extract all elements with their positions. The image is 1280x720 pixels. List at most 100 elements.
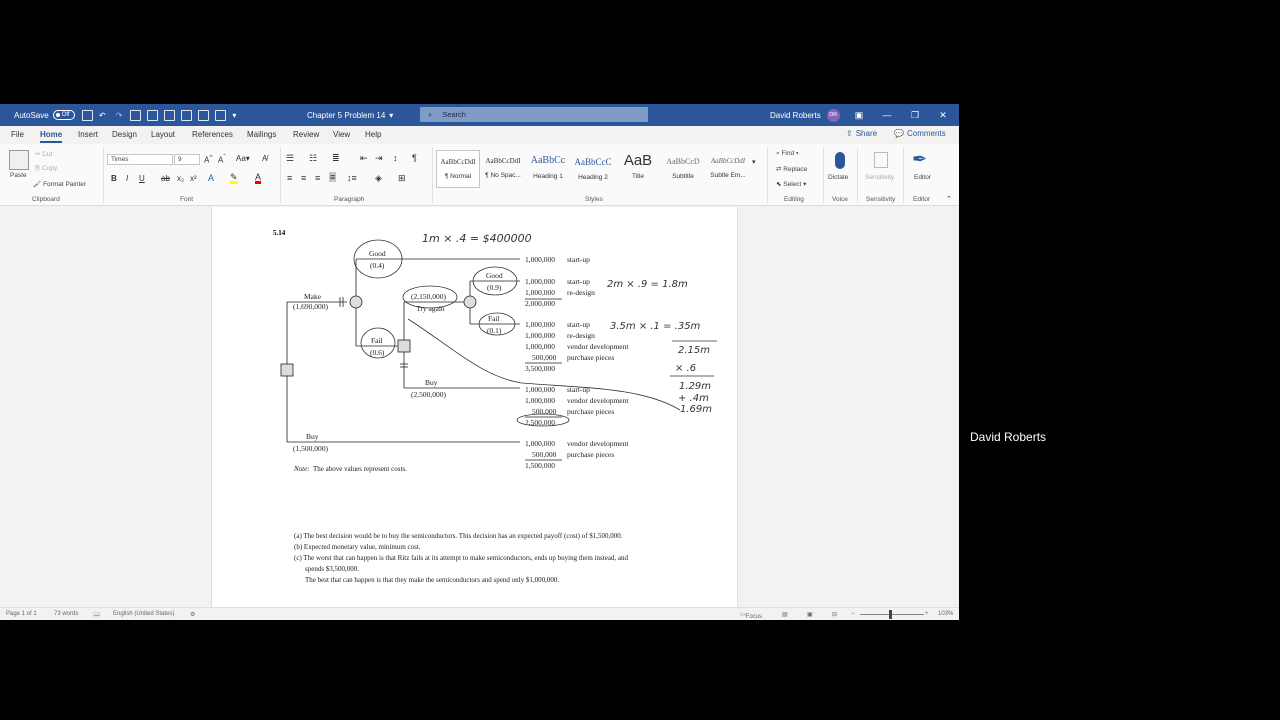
title-chevron-icon[interactable]: ▾ xyxy=(389,111,393,120)
sensitivity-button[interactable]: Sensitivity xyxy=(865,174,894,181)
avatar[interactable]: DR xyxy=(826,108,840,122)
zoom-slider[interactable] xyxy=(860,614,924,615)
tab-mailings[interactable]: Mailings xyxy=(247,130,276,139)
copy-button[interactable]: ⎘ Copy xyxy=(35,165,57,173)
editor-pen-icon[interactable]: ✒ xyxy=(912,149,927,170)
style-heading-2[interactable]: AaBbCcC Heading 2 xyxy=(571,150,615,188)
font-color-icon[interactable]: A xyxy=(255,173,262,184)
restore-button[interactable]: ❐ xyxy=(901,104,929,126)
ribbon-display-icon[interactable]: ▣ xyxy=(845,104,873,126)
align-left-icon[interactable]: ≡ xyxy=(287,173,292,183)
style-subtle-emphasis[interactable]: AaBbCcDdI Subtle Em... xyxy=(706,150,750,188)
zoom-level[interactable]: 103% xyxy=(938,611,953,617)
web-layout-icon[interactable]: ⊟ xyxy=(832,611,837,618)
print-icon[interactable] xyxy=(147,109,159,121)
numbering-icon[interactable]: ☷ xyxy=(309,153,317,164)
print-layout-icon[interactable]: ▣ xyxy=(807,611,813,618)
font-name-input[interactable]: Times xyxy=(107,154,173,165)
save-as-icon[interactable] xyxy=(181,109,193,121)
paste-button[interactable]: Paste xyxy=(10,172,27,179)
redo-icon[interactable]: ↷ xyxy=(116,111,123,120)
save-icon[interactable] xyxy=(82,109,93,121)
style-heading-1[interactable]: AaBbCc Heading 1 xyxy=(526,150,570,188)
customize-qat-icon[interactable]: ▾ xyxy=(232,111,236,120)
text-effects-icon[interactable]: A xyxy=(208,173,214,183)
share-button[interactable]: ⇪ Share xyxy=(846,129,877,138)
sort-icon[interactable]: ↕ xyxy=(393,153,398,163)
style-title[interactable]: AaB Title xyxy=(616,150,660,188)
accessibility-icon[interactable]: ⚙ xyxy=(190,611,195,618)
shrink-font-icon[interactable]: Aˇ xyxy=(218,154,226,165)
tab-home[interactable]: Home xyxy=(40,130,63,143)
strikethrough-icon[interactable]: ab xyxy=(161,174,170,183)
superscript-icon[interactable]: x² xyxy=(190,174,197,183)
style-normal[interactable]: AaBbCcDdI ¶ Normal xyxy=(436,150,480,188)
focus-button[interactable]: ▭ Focus xyxy=(740,611,762,620)
paste-icon[interactable] xyxy=(9,150,29,170)
tab-view[interactable]: View xyxy=(333,130,350,139)
clear-formatting-icon[interactable]: A̸ xyxy=(262,154,267,163)
dictate-button[interactable]: Dictate xyxy=(828,174,848,181)
bullets-icon[interactable]: ☰ xyxy=(286,153,294,164)
document-page[interactable]: 5.14 Make (1,690,000) Good (0.4) Fail (0… xyxy=(211,207,738,607)
cut-button[interactable]: ✂ Cut xyxy=(35,150,52,158)
zoom-slider-thumb[interactable] xyxy=(889,610,892,619)
borders-icon[interactable]: ⊞ xyxy=(398,173,406,184)
decrease-indent-icon[interactable]: ⇤ xyxy=(360,153,368,164)
tab-help[interactable]: Help xyxy=(365,130,381,139)
show-marks-icon[interactable]: ¶ xyxy=(412,153,417,163)
collapse-ribbon-icon[interactable]: ⌃ xyxy=(946,195,952,203)
read-mode-icon[interactable]: ▤ xyxy=(782,611,788,618)
page-count[interactable]: Page 1 of 1 xyxy=(6,611,37,617)
tab-insert[interactable]: Insert xyxy=(78,130,98,139)
document-area[interactable]: 5.14 Make (1,690,000) Good (0.4) Fail (0… xyxy=(0,207,959,607)
find-button[interactable]: ⌕ Find ▾ xyxy=(776,150,799,158)
search-box[interactable]: ⌕ Search xyxy=(420,107,648,122)
align-right-icon[interactable]: ≡ xyxy=(315,173,320,183)
tab-references[interactable]: References xyxy=(192,130,233,139)
close-button[interactable]: ✕ xyxy=(929,104,957,126)
sensitivity-icon[interactable] xyxy=(874,152,888,168)
tab-design[interactable]: Design xyxy=(112,130,137,139)
underline-icon[interactable]: U xyxy=(139,174,145,183)
editor-button[interactable]: Editor xyxy=(914,174,931,181)
zoom-out-icon[interactable]: − xyxy=(851,611,855,617)
user-name[interactable]: David Roberts xyxy=(770,111,821,120)
autosave-toggle[interactable]: Off xyxy=(52,110,75,120)
highlight-icon[interactable]: ✎ xyxy=(230,173,238,184)
styles-more-icon[interactable]: ▾ xyxy=(752,158,756,166)
tab-layout[interactable]: Layout xyxy=(151,130,175,139)
bold-icon[interactable]: B xyxy=(111,174,117,183)
pdf-icon[interactable] xyxy=(215,109,227,121)
language[interactable]: English (United States) xyxy=(113,611,174,617)
line-spacing-icon[interactable]: ↕≡ xyxy=(347,173,357,183)
replace-button[interactable]: ⇄ Replace xyxy=(776,165,807,173)
zoom-in-icon[interactable]: + xyxy=(925,611,929,617)
tab-file[interactable]: File xyxy=(11,130,24,139)
format-painter-button[interactable]: 🖌 Format Painter xyxy=(33,180,86,188)
style-no-spacing[interactable]: AaBbCcDdI ¶ No Spac... xyxy=(481,150,525,188)
email-icon[interactable] xyxy=(198,109,210,121)
word-count[interactable]: 73 words xyxy=(54,611,78,617)
comments-button[interactable]: 💬 Comments xyxy=(894,129,946,138)
italic-icon[interactable]: I xyxy=(126,174,128,183)
justify-icon[interactable]: ≡ xyxy=(329,172,337,182)
new-doc-icon[interactable] xyxy=(130,109,142,121)
tab-review[interactable]: Review xyxy=(293,130,319,139)
change-case-icon[interactable]: Aa▾ xyxy=(236,154,250,163)
multilevel-list-icon[interactable]: ≣ xyxy=(332,153,340,164)
microphone-icon[interactable] xyxy=(835,152,845,169)
increase-indent-icon[interactable]: ⇥ xyxy=(375,153,383,164)
open-icon[interactable] xyxy=(164,109,176,121)
subscript-icon[interactable]: x₂ xyxy=(177,174,184,183)
font-size-input[interactable]: 9 xyxy=(174,154,200,165)
align-center-icon[interactable]: ≡ xyxy=(301,173,306,183)
select-button[interactable]: ⬉ Select ▾ xyxy=(776,180,806,188)
minimize-button[interactable]: — xyxy=(873,104,901,126)
shading-icon[interactable]: ◈ xyxy=(375,173,382,184)
proofing-icon[interactable]: 📖 xyxy=(93,611,100,618)
grow-font-icon[interactable]: A^ xyxy=(204,154,212,165)
style-subtitle[interactable]: AaBbCcD Subtitle xyxy=(661,150,705,188)
document-title[interactable]: Chapter 5 Problem 14 xyxy=(307,111,385,120)
undo-icon[interactable]: ↶ xyxy=(99,111,106,120)
